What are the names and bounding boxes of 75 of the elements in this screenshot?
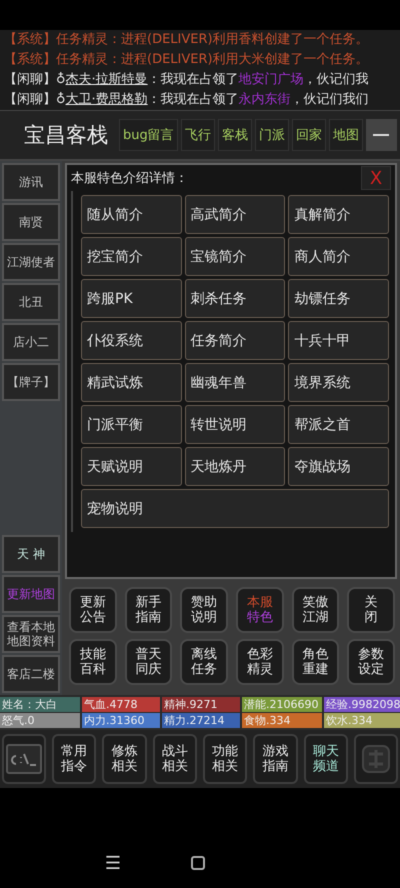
location-title: 宝昌客栈 (24, 122, 108, 149)
toolbar-button[interactable]: 战斗 相关 (152, 734, 197, 784)
feature-button[interactable]: 天赋说明 (81, 447, 182, 486)
menu-button[interactable]: 色彩 精灵 (236, 639, 284, 685)
top-button[interactable]: bug留言 (119, 119, 178, 151)
feature-button[interactable]: 幽魂年兽 (184, 363, 286, 402)
feature-button[interactable]: 夺旗战场 (288, 447, 389, 486)
menu-button[interactable]: 本服 特色 (236, 587, 284, 633)
feature-button[interactable]: 劫镖任务 (288, 279, 389, 318)
stat-bar: 潜能.2106690 (242, 697, 322, 712)
menu-button[interactable]: 笑傲 江湖 (292, 587, 340, 633)
stat-bar: 内力.31360 (82, 713, 160, 728)
feature-button[interactable]: 十兵十甲 (288, 321, 389, 360)
feature-button[interactable]: 帮派之首 (288, 405, 389, 444)
menu-button[interactable]: 技能 百科 (69, 639, 117, 685)
menu-icon[interactable]: ☰ (104, 852, 122, 874)
stat-bar: 经验.9982098 (324, 697, 400, 712)
menu-button[interactable]: 新手 指南 (124, 587, 172, 633)
stat-bar: 怒气.0 (0, 713, 80, 728)
toolbar-button[interactable]: 游戏 指南 (253, 734, 298, 784)
minimize-button[interactable] (366, 119, 397, 151)
toolbar-button[interactable]: 功能 相关 (202, 734, 248, 784)
home-icon[interactable] (191, 856, 206, 870)
stat-bar: 食物.334 (242, 713, 322, 728)
feature-button[interactable]: 宝镜简介 (184, 237, 286, 276)
toolbar-button[interactable]: 聊天 频道 (304, 734, 348, 784)
feature-button[interactable]: 跨服PK (81, 279, 182, 318)
sidebar-item[interactable]: 游讯 (2, 163, 60, 201)
sidebar-item[interactable]: 天 神 (2, 535, 60, 573)
feature-button[interactable]: 转世说明 (184, 405, 286, 444)
sidebar-item[interactable]: 北丑 (2, 283, 60, 321)
feature-button[interactable]: 仆役系统 (81, 321, 182, 360)
feature-button[interactable]: 真解简介 (288, 195, 389, 234)
top-button[interactable]: 门派 (254, 119, 289, 151)
sidebar-item[interactable]: 南贤 (2, 203, 60, 241)
feature-button[interactable]: 刺杀任务 (184, 279, 286, 318)
feature-button[interactable]: 挖宝简介 (81, 237, 182, 276)
feature-button[interactable]: 门派平衡 (81, 405, 182, 444)
chat-message: 【系统】任务精灵：进程(DELIVER)利用大米创建了一个任务。 (4, 51, 370, 69)
menu-button[interactable]: 参数 设定 (347, 639, 395, 685)
feature-button[interactable]: 高武简介 (184, 195, 286, 234)
stat-bar: 精神.9271 (162, 697, 240, 712)
menu-button[interactable]: 普天 同庆 (124, 639, 172, 685)
toolbar-button[interactable]: 修炼 相关 (102, 734, 147, 784)
top-button[interactable]: 飞行 (180, 119, 215, 151)
feature-button[interactable]: 天地炼丹 (184, 447, 286, 486)
feature-button[interactable]: 境界系统 (288, 363, 389, 402)
feature-button[interactable]: 宠物说明 (81, 489, 389, 528)
sidebar-item[interactable]: 江湖使者 (2, 243, 60, 281)
menu-button[interactable]: 关 闭 (347, 587, 395, 633)
sidebar-item[interactable]: 店小二 (2, 323, 60, 361)
feature-button[interactable]: 随从简介 (81, 195, 182, 234)
feature-button[interactable]: 精武试炼 (81, 363, 182, 402)
sidebar-item[interactable]: 【牌子】 (2, 363, 60, 401)
terminal-icon[interactable] (2, 734, 46, 784)
stat-bar: 姓名：大白 (0, 697, 80, 712)
chat-message: 【闲聊】♁大卫·费思格勒：我现在占领了永内东街，伙记们我们 (4, 91, 370, 109)
stat-bar: 精力.27214 (162, 713, 240, 728)
menu-button[interactable]: 更新 公告 (69, 587, 117, 633)
toolbar-button[interactable]: 常用 指令 (52, 734, 96, 784)
sidebar-item[interactable]: 客店二楼 (2, 655, 60, 693)
menu-button[interactable]: 赞助 说明 (180, 587, 228, 633)
panel-title: 本服特色介绍详情： (71, 170, 188, 187)
sidebar-item[interactable]: 查看本地地图资料 (2, 615, 60, 653)
feature-button[interactable]: 商人简介 (288, 237, 389, 276)
chat-message: 【系统】任务精灵：进程(DELIVER)利用香料创建了一个任务。 (4, 31, 370, 49)
top-button[interactable]: 回家 (292, 119, 326, 151)
stat-bar: 气血.4778 (82, 697, 160, 712)
feature-button[interactable]: 任务简介 (184, 321, 286, 360)
top-button[interactable]: 客栈 (218, 119, 252, 151)
top-button[interactable]: 地图 (328, 119, 363, 151)
menu-button[interactable]: 角色 重建 (292, 639, 340, 685)
menu-button[interactable]: 离线 任务 (180, 639, 228, 685)
chat-message: 【闲聊】♁杰夫·拉斯特曼：我现在占领了地安门广场，伙记们我 (4, 71, 370, 89)
stat-bar: 饮水.334 (324, 713, 400, 728)
